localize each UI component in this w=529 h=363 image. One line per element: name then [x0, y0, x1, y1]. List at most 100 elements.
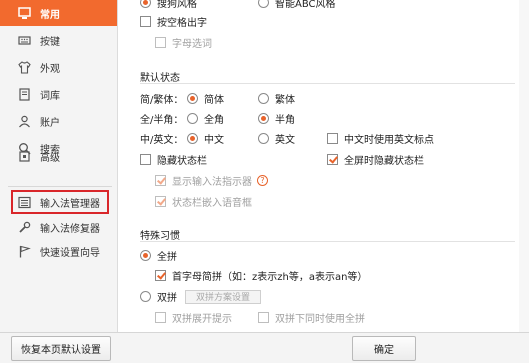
abc-style-radio[interactable] [258, 0, 269, 8]
space-letter-label: 按空格出字 [157, 18, 207, 29]
letter-select-option[interactable]: 字母选词 [155, 35, 212, 50]
en-punct-label: 中文时使用英文标点 [344, 135, 434, 146]
pinyin-style-radio[interactable] [140, 0, 151, 8]
show-expand-checkbox[interactable] [155, 312, 166, 323]
chinese-label: 中文 [204, 135, 224, 146]
shuangpin-scheme-button[interactable]: 双拼方案设置 [185, 289, 262, 304]
chinese-option[interactable]: 中文 [187, 131, 224, 146]
hide-status-checkbox[interactable] [140, 154, 151, 165]
full-width-radio[interactable] [187, 113, 198, 124]
space-letter-checkbox[interactable] [140, 16, 151, 27]
simplified-option[interactable]: 简体 [187, 91, 224, 106]
en-punct-checkbox[interactable] [327, 133, 338, 144]
sidebar-item-common[interactable]: 常用 [0, 0, 117, 26]
special-title: 特殊习惯 [140, 231, 180, 242]
fullscreen-hide-checkbox[interactable] [327, 154, 338, 165]
flag-icon [18, 245, 31, 258]
quanpin-radio[interactable] [140, 250, 151, 261]
sidebar-item-label: 账户 [40, 117, 60, 129]
embed-voice-option[interactable]: 状态栏嵌入语音框 [155, 194, 252, 209]
traditional-option[interactable]: 繁体 [258, 91, 295, 106]
show-indicator-label: 显示输入法指示器 [172, 177, 252, 188]
sidebar-item-appearance[interactable]: 外观 [0, 54, 117, 80]
shuangpin-radio[interactable] [140, 291, 151, 302]
quanpin-option[interactable]: 全拼 [140, 248, 177, 263]
simplified-radio[interactable] [187, 93, 198, 104]
highlight-box [11, 190, 109, 214]
section-divider [140, 241, 515, 242]
default-state-title: 默认状态 [140, 73, 180, 84]
sidebar-item-label: 按键 [40, 36, 60, 48]
show-expand-label: 双拼展开提示 [172, 314, 232, 325]
width-label: 全/半角： [140, 115, 184, 126]
traditional-label: 繁体 [275, 95, 295, 106]
person-icon [18, 115, 31, 128]
pinyin-style-option[interactable]: 搜狗风格 [140, 0, 197, 10]
sidebar-item-label: 快速设置向导 [40, 247, 100, 259]
sidebar-item-dictionary[interactable]: 词库 [0, 81, 117, 107]
keyboard-icon [18, 34, 31, 47]
section-divider [140, 83, 515, 84]
initial-abbrev-label: 首字母简拼（如：z表示zh等，a表示an等） [172, 272, 368, 283]
ok-button[interactable]: 确定 [352, 336, 416, 361]
half-width-label: 半角 [275, 115, 295, 126]
english-label: 英文 [275, 135, 295, 146]
half-width-option[interactable]: 半角 [258, 111, 295, 126]
full-width-label: 全角 [204, 115, 224, 126]
english-radio[interactable] [258, 133, 269, 144]
sidebar-item-label: 外观 [40, 63, 60, 75]
sidebar: 常用 按键 外观 词库 账户 搜索 [0, 0, 118, 363]
fullscreen-hide-option[interactable]: 全屏时隐藏状态栏 [327, 152, 424, 167]
sidebar-item-label: 高级 [40, 152, 60, 164]
pinyin-style-label: 搜狗风格 [157, 0, 197, 10]
initial-abbrev-checkbox[interactable] [155, 270, 166, 281]
half-width-radio[interactable] [258, 113, 269, 124]
chinese-radio[interactable] [187, 133, 198, 144]
monitor-icon [18, 6, 31, 20]
sidebar-item-advanced-row[interactable]: 高级 [0, 143, 117, 169]
show-indicator-option[interactable]: 显示输入法指示器 ? [155, 173, 268, 188]
shirt-icon [18, 60, 31, 74]
space-letter-option[interactable]: 按空格出字 [140, 14, 207, 29]
shuangpin-label: 双拼 [157, 293, 177, 304]
traditional-radio[interactable] [258, 93, 269, 104]
shuangpin-option[interactable]: 双拼 双拼方案设置 [140, 289, 262, 304]
quanpin-label: 全拼 [157, 252, 177, 263]
letter-select-label: 字母选词 [172, 39, 212, 50]
bottom-bar: 恢复本页默认设置 确定 取消 [0, 332, 529, 363]
letter-select-checkbox[interactable] [155, 37, 166, 48]
help-icon[interactable]: ? [257, 175, 268, 186]
fullscreen-hide-label: 全屏时隐藏状态栏 [344, 156, 424, 167]
show-indicator-checkbox[interactable] [155, 175, 166, 186]
gear-icon [18, 150, 31, 163]
wrench-icon [18, 221, 31, 234]
embed-voice-label: 状态栏嵌入语音框 [172, 198, 252, 209]
show-expand-option[interactable]: 双拼展开提示 [155, 310, 232, 325]
sidebar-item-label: 常用 [40, 9, 60, 21]
simp-trad-label: 简/繁体： [140, 95, 184, 106]
abc-style-label: 智能ABC风格 [275, 0, 336, 10]
sidebar-divider [8, 186, 112, 187]
use-quanpin-label: 双拼下同时使用全拼 [275, 314, 365, 325]
restore-defaults-button[interactable]: 恢复本页默认设置 [11, 336, 111, 361]
en-punct-option[interactable]: 中文时使用英文标点 [327, 131, 434, 146]
use-quanpin-option[interactable]: 双拼下同时使用全拼 [258, 310, 365, 325]
initial-abbrev-option[interactable]: 首字母简拼（如：z表示zh等，a表示an等） [155, 268, 367, 283]
hide-status-label: 隐藏状态栏 [157, 156, 207, 167]
scrollbar[interactable] [519, 0, 529, 332]
sidebar-item-label: 词库 [40, 90, 60, 102]
sidebar-item-account[interactable]: 账户 [0, 108, 117, 134]
hide-status-option[interactable]: 隐藏状态栏 [140, 152, 207, 167]
abc-style-option[interactable]: 智能ABC风格 [258, 0, 336, 10]
embed-voice-checkbox[interactable] [155, 196, 166, 207]
simplified-label: 简体 [204, 95, 224, 106]
sidebar-item-keys[interactable]: 按键 [0, 27, 117, 53]
english-option[interactable]: 英文 [258, 131, 295, 146]
use-quanpin-checkbox[interactable] [258, 312, 269, 323]
full-width-option[interactable]: 全角 [187, 111, 224, 126]
sidebar-item-label: 输入法修复器 [40, 223, 100, 235]
zh-en-label: 中/英文： [140, 135, 184, 146]
sidebar-item-quick-setup[interactable]: 快速设置向导 [0, 238, 117, 264]
book-icon [18, 87, 31, 101]
sidebar-item-ime-repair[interactable]: 输入法修复器 [0, 214, 117, 240]
